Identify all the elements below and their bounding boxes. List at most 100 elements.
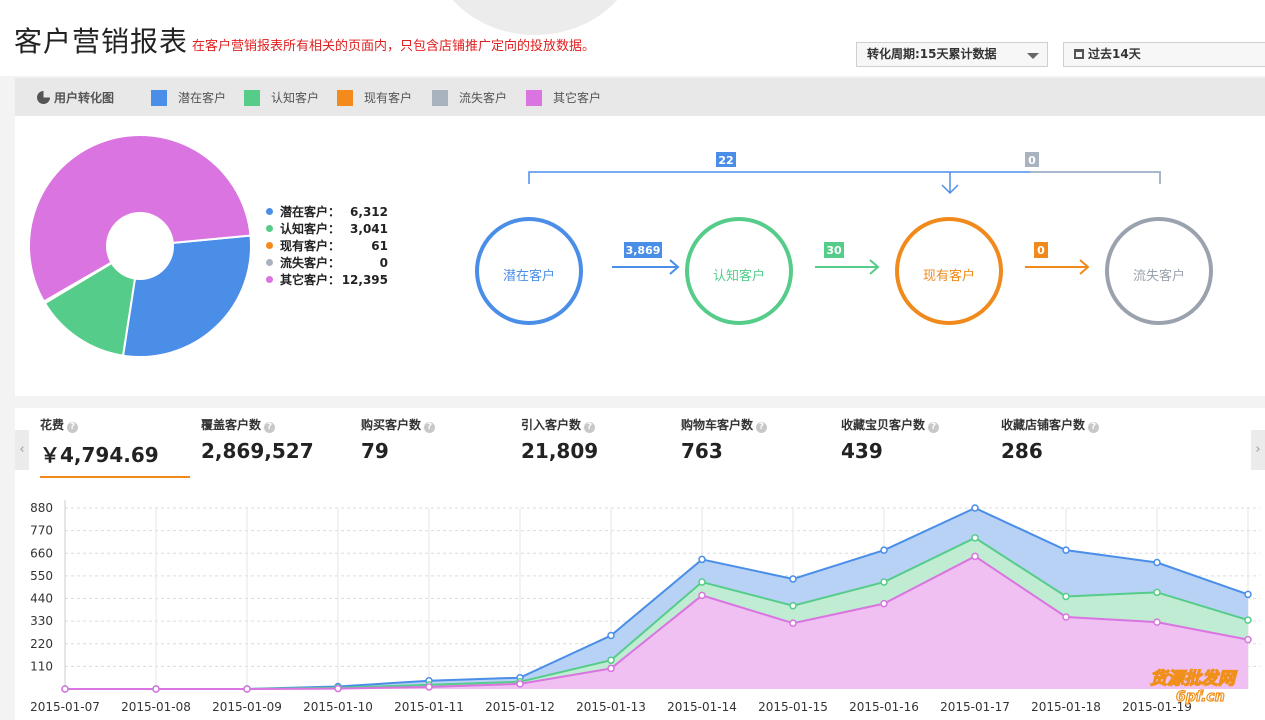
flow-badge-text: 30 (826, 244, 842, 257)
trend-area-chart: 110 220 330 440 550 660 770 880 2015-01-07 2015-0… (30, 500, 1260, 714)
y-tick-label: 770 (30, 524, 53, 538)
data-point[interactable] (243, 685, 251, 693)
metric-coverage[interactable]: 覆盖客户数? 2,869,527 (201, 416, 351, 478)
metric-value: 286 (1001, 439, 1043, 463)
data-point[interactable] (1244, 616, 1252, 624)
legend-item-lost[interactable]: 流失客户 (432, 89, 507, 106)
legend-label: 现有客户 (364, 91, 413, 105)
data-point[interactable] (789, 619, 797, 627)
metric-value: 439 (841, 439, 883, 463)
data-point[interactable] (971, 552, 979, 561)
decorative-arc (430, 0, 640, 35)
legend-swatch (337, 90, 353, 106)
legend-item-other[interactable]: 其它客户 (526, 89, 601, 106)
legend-swatch (526, 90, 542, 106)
data-point[interactable] (971, 504, 979, 512)
x-tick-label: 2015-01-12 (485, 700, 555, 714)
data-point[interactable] (607, 664, 615, 673)
metric-purchase[interactable]: 购买客户数? 79 (361, 416, 511, 478)
pie-chart-icon (37, 91, 50, 104)
metric-value: 79 (361, 439, 389, 463)
top-left-badge-text: 22 (718, 154, 733, 167)
x-tick-label: 2015-01-08 (121, 700, 191, 714)
help-icon[interactable]: ? (928, 422, 940, 433)
data-point[interactable] (971, 534, 979, 542)
chevron-left-icon[interactable]: ‹ (15, 430, 29, 470)
data-point[interactable] (1153, 558, 1161, 567)
conversion-period-select[interactable]: 转化周期:15天累计数据 (856, 42, 1048, 67)
calendar-icon (1074, 49, 1084, 59)
metric-cart[interactable]: 购物车客户数? 763 (681, 416, 831, 478)
metric-value: 21,809 (521, 439, 599, 463)
x-tick-label: 2015-01-18 (1031, 700, 1101, 714)
y-tick-label: 440 (30, 592, 53, 606)
legend-swatch (244, 90, 260, 106)
data-point[interactable] (1244, 635, 1252, 644)
x-tick-label: 2015-01-07 (30, 700, 100, 714)
metrics-bar: ‹ 花费? ￥4,794.69 覆盖客户数? 2,869,527 购买客户数? … (15, 408, 1265, 484)
data-point[interactable] (789, 575, 797, 583)
data-point[interactable] (1153, 588, 1161, 597)
data-point[interactable] (880, 599, 888, 608)
data-point[interactable] (1244, 590, 1252, 599)
metric-value: ￥4,794.69 (40, 443, 159, 467)
flow-node-potential-label: 潜在客户 (503, 268, 555, 284)
metric-label: 花费 (40, 418, 65, 432)
x-tick-label: 2015-01-11 (394, 700, 464, 714)
legend-label: 潜在客户 (178, 91, 227, 105)
conversion-chart-title: 用户转化图 (37, 89, 114, 106)
help-icon[interactable]: ? (264, 422, 276, 433)
data-point[interactable] (61, 685, 69, 693)
metric-label: 购买客户数 (361, 418, 422, 432)
top-right-badge-text: 0 (1028, 154, 1036, 167)
data-point[interactable] (880, 546, 888, 554)
legend-label: 认知客户 (271, 91, 320, 105)
data-point[interactable] (425, 683, 433, 691)
help-icon[interactable]: ? (1088, 422, 1100, 433)
data-point[interactable] (1153, 618, 1161, 626)
header: 客户营销报表 在客户营销报表所有相关的页面内，只包含店铺推广定向的投放数据。 转… (0, 0, 1265, 76)
x-tick-label: 2015-01-16 (849, 700, 919, 714)
legend-item-aware[interactable]: 认知客户 (244, 89, 319, 106)
y-tick-label: 550 (30, 569, 53, 583)
metric-cost[interactable]: 花费? ￥4,794.69 (40, 416, 190, 484)
data-point[interactable] (334, 684, 342, 693)
y-tick-label: 330 (30, 614, 53, 628)
conversion-chart-title-text: 用户转化图 (54, 91, 115, 105)
data-point[interactable] (698, 555, 706, 564)
period-select-value: 转化周期:15天累计数据 (867, 47, 997, 61)
flow-node-lost-label: 流失客户 (1133, 268, 1185, 284)
legend-item-existing[interactable]: 现有客户 (337, 89, 412, 106)
legend-item-potential[interactable]: 潜在客户 (151, 89, 226, 106)
data-point[interactable] (1062, 592, 1070, 601)
date-range-select[interactable]: 过去14天 (1063, 42, 1265, 67)
data-point[interactable] (1062, 546, 1070, 554)
metric-label: 引入客户数 (521, 418, 582, 432)
help-icon[interactable]: ? (67, 422, 79, 433)
page-title: 客户营销报表 (14, 25, 189, 58)
page-note: 在客户营销报表所有相关的页面内，只包含店铺推广定向的投放数据。 (192, 39, 596, 54)
metric-label: 收藏店铺客户数 (1001, 418, 1086, 432)
data-point[interactable] (698, 591, 706, 600)
data-point[interactable] (789, 601, 797, 610)
x-tick-label: 2015-01-10 (303, 700, 373, 714)
data-point[interactable] (880, 578, 888, 586)
metric-attracted[interactable]: 引入客户数? 21,809 (521, 416, 671, 478)
flow-top-connector (528, 171, 1161, 184)
help-icon[interactable]: ? (756, 422, 768, 433)
chevron-right-icon[interactable]: › (1251, 430, 1265, 470)
metric-label: 覆盖客户数 (201, 418, 262, 432)
metric-value: 763 (681, 439, 723, 463)
help-icon[interactable]: ? (584, 422, 596, 433)
data-point[interactable] (698, 578, 706, 586)
metric-fav-shop[interactable]: 收藏店铺客户数? 286 (1001, 416, 1151, 478)
help-icon[interactable]: ? (424, 422, 436, 433)
data-point[interactable] (607, 656, 615, 664)
data-point[interactable] (607, 631, 615, 640)
data-point[interactable] (516, 680, 524, 688)
metric-fav-item[interactable]: 收藏宝贝客户数? 439 (841, 416, 991, 478)
data-point[interactable] (152, 685, 160, 693)
data-point[interactable] (1062, 613, 1070, 621)
x-tick-label: 2015-01-13 (576, 700, 646, 714)
watermark-sub: 6pf.cn (1175, 688, 1225, 705)
